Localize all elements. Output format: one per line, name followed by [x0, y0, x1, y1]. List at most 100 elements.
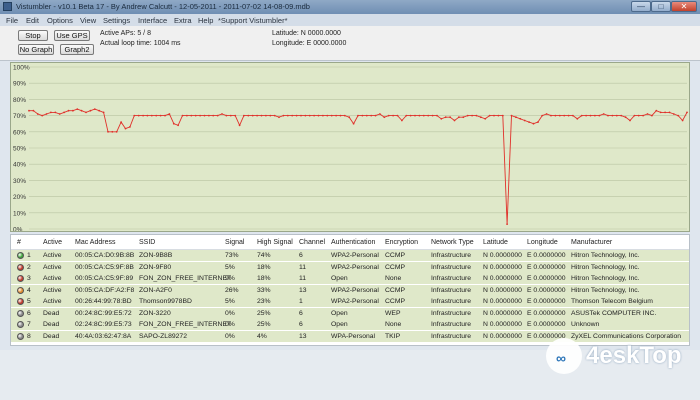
cell-high-signal: 23%	[257, 298, 271, 305]
title-bar: Vistumbler - v10.1 Beta 17 - By Andrew C…	[0, 0, 700, 14]
signal-point	[208, 114, 210, 117]
minimize-button[interactable]: —	[631, 1, 651, 12]
table-row[interactable]: 6 Dead 00:24:8C:99:E5:72 ZON-3220 0% 25% 6 Open…	[11, 307, 689, 319]
menu-edit[interactable]: Edit	[26, 16, 39, 25]
use-gps-button[interactable]: Use GPS	[54, 30, 90, 41]
signal-point	[36, 113, 39, 115]
signal-point	[471, 114, 473, 117]
signal-point	[190, 114, 193, 117]
signal-point	[418, 114, 421, 117]
col-header-high-signal[interactable]: High Signal	[257, 239, 293, 246]
signal-point	[361, 114, 364, 117]
menu-settings[interactable]: Settings	[103, 16, 130, 25]
col-header-latitude[interactable]: Latitude	[483, 239, 508, 246]
active-aps-count: Active APs: 5 / 8	[100, 30, 151, 37]
status-dot-icon	[17, 298, 24, 305]
ap-list-table[interactable]: # Active Mac Address SSID Signal High Signal C…	[10, 234, 690, 346]
signal-point	[150, 114, 153, 117]
cell-ssid: FON_ZON_FREE_INTERNET	[139, 321, 232, 328]
signal-point	[589, 114, 592, 117]
menu-interface[interactable]: Interface	[138, 16, 167, 25]
col-header-network-type[interactable]: Network Type	[431, 239, 474, 246]
col-header-signal[interactable]: Signal	[225, 239, 244, 246]
table-header: # Active Mac Address SSID Signal High Signal C…	[11, 235, 689, 250]
signal-point	[304, 114, 307, 117]
col-header-authentication[interactable]: Authentication	[331, 239, 375, 246]
cell-network-type: Infrastructure	[431, 286, 472, 294]
signal-point	[515, 116, 517, 119]
cell-ssid: Thomson9978BD	[139, 298, 192, 305]
cell-active: Active	[43, 286, 62, 294]
signal-point	[414, 114, 416, 117]
signal-point	[550, 114, 552, 117]
table-row[interactable]: 5 Active 00:26:44:99:78:BD Thomson9978BD 5% 2…	[11, 296, 689, 307]
menu-help[interactable]: Help	[198, 16, 213, 25]
y-tick-label: 40%	[13, 162, 26, 169]
menu-view[interactable]: View	[80, 16, 96, 25]
cell-latitude: N 0.0000000	[483, 309, 522, 317]
cell-network-type: Infrastructure	[431, 321, 472, 328]
col-header-longitude[interactable]: Longitude	[527, 239, 558, 246]
cell-active: Active	[43, 263, 62, 271]
menu-options[interactable]: Options	[47, 16, 73, 25]
signal-point	[63, 111, 65, 114]
cell-authentication: Open	[331, 321, 348, 328]
menu-support[interactable]: *Support Vistumbler*	[218, 16, 287, 25]
signal-point	[203, 114, 206, 117]
table-row[interactable]: 4 Active 00:05:CA:DF:A2:F8 ZON-A2F0 26% 33% 13…	[11, 284, 689, 296]
signal-point	[260, 114, 263, 117]
signal-point	[449, 116, 451, 119]
signal-point	[85, 111, 87, 114]
col-header-active[interactable]: Active	[43, 239, 62, 246]
cell-manufacturer: Hitron Technology, Inc.	[571, 275, 640, 282]
col-header-mac-address[interactable]: Mac Address	[75, 239, 115, 246]
stop-button[interactable]: Stop	[18, 30, 48, 41]
signal-point	[58, 113, 61, 115]
cell-ssid: ZON-9B8B	[139, 252, 173, 259]
y-tick-label: 100%	[13, 65, 30, 72]
gps-latitude: Latitude: N 0000.0000	[272, 30, 341, 37]
cell-manufacturer: Hitron Technology, Inc.	[571, 286, 640, 294]
menu-file[interactable]: File	[6, 16, 18, 25]
signal-point	[383, 116, 386, 119]
signal-point	[234, 114, 237, 117]
signal-point	[282, 114, 285, 117]
table-row[interactable]: 7 Dead 02:24:8C:99:E5:73 FON_ZON_FREE_INTER…	[11, 319, 689, 330]
table-row[interactable]: 3 Active 00:05:CA:C5:9F:89 FON_ZON_FREE_INT…	[11, 273, 689, 284]
no-graph-button[interactable]: No Graph	[18, 44, 54, 55]
signal-point	[339, 114, 342, 117]
status-dot-icon	[17, 275, 24, 282]
signal-point	[374, 114, 377, 117]
signal-point	[607, 114, 609, 117]
graph2-button[interactable]: Graph2	[60, 44, 94, 55]
close-button[interactable]: ✕	[671, 1, 697, 12]
cell-num: 7	[27, 321, 31, 328]
col-header-num[interactable]: #	[17, 239, 21, 246]
signal-point	[585, 114, 587, 117]
table-row[interactable]: 1 Active 00:05:CA:D0:9B:8B ZON-9B8B 73% 74% 6 W…	[11, 250, 689, 261]
signal-point	[436, 114, 438, 117]
col-header-ssid[interactable]: SSID	[139, 239, 155, 246]
maximize-button[interactable]: □	[651, 1, 671, 12]
y-tick-label: 90%	[13, 81, 26, 88]
col-header-manufacturer[interactable]: Manufacturer	[571, 239, 612, 246]
menu-extra[interactable]: Extra	[174, 16, 192, 25]
signal-point	[537, 121, 539, 123]
cell-channel: 6	[299, 321, 303, 328]
col-header-channel[interactable]: Channel	[299, 239, 325, 246]
cell-longitude: E 0.0000000	[527, 321, 566, 328]
signal-point	[646, 113, 649, 115]
cell-longitude: E 0.0000000	[527, 286, 566, 294]
cell-encryption: CCMP	[385, 252, 406, 259]
cell-authentication: Open	[331, 309, 348, 317]
cell-manufacturer: ZyXEL Communications Corporation	[571, 332, 682, 340]
table-row[interactable]: 8 Dead 40:4A:03:62:47:8A SAPO-ZL89272 0% 4% 13…	[11, 330, 689, 342]
signal-point	[642, 114, 644, 117]
signal-point	[392, 114, 394, 117]
col-header-encryption[interactable]: Encryption	[385, 239, 418, 246]
cell-latitude: N 0.0000000	[483, 252, 522, 259]
table-row[interactable]: 2 Active 00:05:CA:C5:9F:8B ZON-9F80 5% 18% 11 W…	[11, 261, 689, 273]
signal-point	[238, 124, 241, 127]
signal-point	[558, 114, 561, 117]
signal-point	[567, 114, 570, 117]
